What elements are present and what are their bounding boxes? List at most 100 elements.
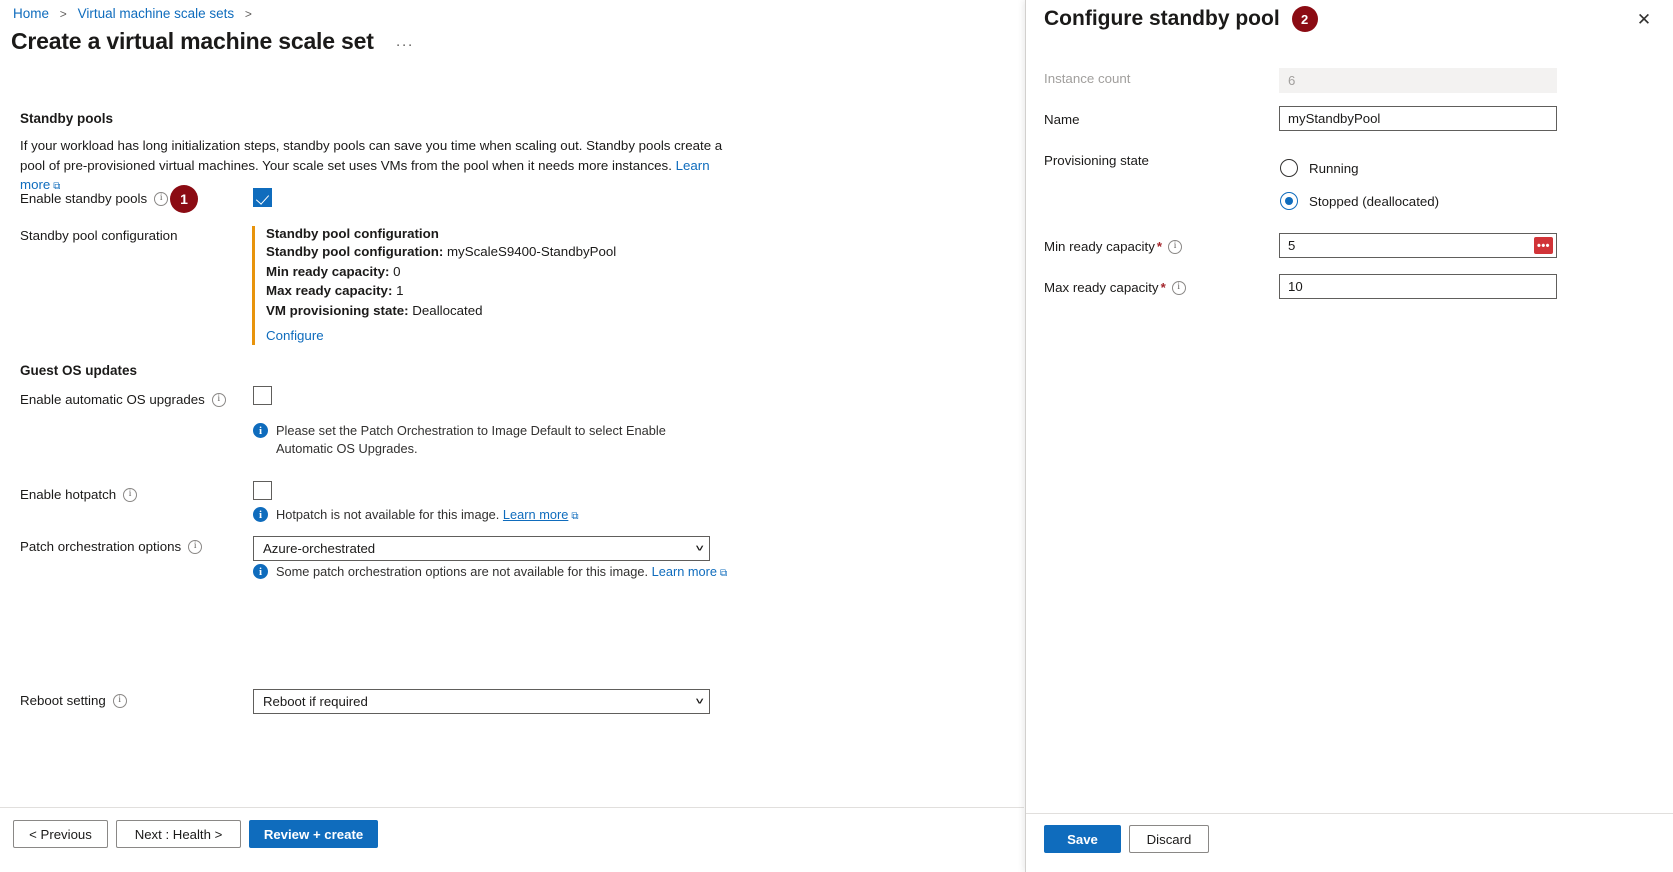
info-icon[interactable]: i (154, 192, 168, 206)
left-footer-divider (0, 807, 1024, 808)
panel-footer: Save Discard (1044, 825, 1209, 853)
required-indicator: * (1157, 239, 1162, 254)
callout-value-max-ready: 1 (396, 283, 403, 298)
reboot-setting-label: Reboot setting i (20, 693, 127, 708)
enable-standby-pools-label: Enable standby pools i (20, 191, 168, 206)
enable-automatic-os-upgrades-checkbox[interactable] (253, 386, 272, 405)
callout-line-max-ready: Max ready capacity: 1 (266, 281, 682, 301)
patch-orchestration-learn-more-link[interactable]: Learn more (652, 564, 717, 579)
discard-button[interactable]: Discard (1129, 825, 1209, 853)
enable-standby-pools-checkbox[interactable] (253, 188, 272, 207)
standby-pool-configuration-label-text: Standby pool configuration (20, 228, 177, 243)
info-filled-icon: i (253, 507, 268, 522)
info-icon[interactable]: i (188, 540, 202, 554)
reboot-setting-value: Reboot if required (263, 694, 368, 709)
info-icon[interactable]: i (123, 488, 137, 502)
callout-line-pool-name: Standby pool configuration: myScaleS9400… (266, 242, 682, 262)
reboot-setting-select[interactable]: Reboot if required ∨ (253, 689, 710, 714)
external-link-icon: ⧉ (720, 568, 727, 579)
azure-portal-create-vmss-screen: Home > Virtual machine scale sets > Crea… (0, 0, 1673, 872)
patch-orchestration-notice-text: Some patch orchestration options are not… (276, 564, 648, 579)
breadcrumb-item-home[interactable]: Home (13, 6, 49, 21)
next-health-button[interactable]: Next : Health > (116, 820, 241, 848)
section-heading-guest-os-updates: Guest OS updates (20, 363, 137, 378)
instance-count-label: Instance count (1044, 71, 1131, 86)
enable-automatic-os-upgrades-label-text: Enable automatic OS upgrades (20, 392, 205, 407)
info-icon[interactable]: i (1168, 240, 1182, 254)
info-filled-icon: i (253, 423, 268, 438)
max-ready-capacity-label: Max ready capacity * i (1044, 280, 1186, 295)
configure-link[interactable]: Configure (266, 328, 324, 343)
callout-value-min-ready: 0 (393, 264, 400, 279)
patch-orchestration-options-value: Azure-orchestrated (263, 541, 375, 556)
provisioning-state-option-stopped[interactable]: Stopped (deallocated) (1280, 192, 1439, 210)
hotpatch-notice: i Hotpatch is not available for this ima… (253, 506, 579, 526)
breadcrumb-separator-icon: > (60, 7, 67, 21)
save-button[interactable]: Save (1044, 825, 1121, 853)
callout-key-vm-state: VM provisioning state: (266, 303, 409, 318)
patch-orchestration-notice: i Some patch orchestration options are n… (253, 563, 727, 583)
provisioning-state-label: Provisioning state (1044, 153, 1149, 168)
reboot-setting-label-text: Reboot setting (20, 693, 106, 708)
more-options-icon[interactable]: ··· (396, 36, 414, 53)
breadcrumb: Home > Virtual machine scale sets > (13, 4, 259, 24)
min-ready-capacity-label: Min ready capacity * i (1044, 239, 1182, 254)
standby-pools-description: If your workload has long initialization… (20, 136, 735, 197)
external-link-icon: ⧉ (571, 511, 578, 522)
step-badge-1: 1 (170, 185, 198, 213)
standby-pool-configuration-callout: Standby pool configuration Standby pool … (252, 226, 682, 345)
panel-footer-divider (1026, 813, 1673, 814)
hotpatch-notice-body: Hotpatch is not available for this image… (276, 506, 579, 526)
info-icon[interactable]: i (212, 393, 226, 407)
name-label: Name (1044, 112, 1079, 127)
callout-value-pool-name: myScaleS9400-StandbyPool (447, 244, 616, 259)
max-ready-capacity-input[interactable]: 10 (1279, 274, 1557, 299)
close-icon[interactable]: ✕ (1631, 7, 1657, 33)
auto-os-upgrades-notice: i Please set the Patch Orchestration to … (253, 422, 716, 458)
chevron-down-icon: ∨ (694, 544, 705, 553)
hotpatch-notice-text: Hotpatch is not available for this image… (276, 507, 499, 522)
callout-value-vm-state: Deallocated (412, 303, 482, 318)
create-vmss-pane: Home > Virtual machine scale sets > Crea… (0, 0, 1090, 872)
enable-automatic-os-upgrades-label: Enable automatic OS upgrades i (20, 392, 226, 407)
callout-title: Standby pool configuration (266, 226, 682, 241)
standby-pool-configuration-label: Standby pool configuration (20, 228, 177, 243)
provisioning-state-option-running[interactable]: Running (1280, 159, 1359, 177)
radio-running[interactable] (1280, 159, 1298, 177)
standby-pools-description-text: If your workload has long initialization… (20, 138, 722, 173)
validation-error-icon[interactable]: ••• (1534, 237, 1553, 254)
previous-button[interactable]: < Previous (13, 820, 108, 848)
name-input[interactable]: myStandbyPool (1279, 106, 1557, 131)
breadcrumb-item-vmss[interactable]: Virtual machine scale sets (78, 6, 235, 21)
min-ready-capacity-value: 5 (1288, 238, 1295, 253)
patch-orchestration-options-select[interactable]: Azure-orchestrated ∨ (253, 536, 710, 561)
patch-orchestration-options-label-text: Patch orchestration options (20, 539, 181, 554)
patch-orchestration-notice-body: Some patch orchestration options are not… (276, 563, 727, 583)
enable-hotpatch-label-text: Enable hotpatch (20, 487, 116, 502)
review-create-button[interactable]: Review + create (249, 820, 378, 848)
provisioning-state-option-running-label: Running (1309, 161, 1359, 176)
callout-key-max-ready: Max ready capacity: (266, 283, 392, 298)
max-ready-capacity-label-text: Max ready capacity (1044, 280, 1159, 295)
enable-standby-pools-label-text: Enable standby pools (20, 191, 147, 206)
enable-hotpatch-checkbox[interactable] (253, 481, 272, 500)
step-badge-2: 2 (1292, 6, 1318, 32)
enable-hotpatch-label: Enable hotpatch i (20, 487, 137, 502)
chevron-down-icon: ∨ (694, 697, 705, 706)
configure-standby-pool-panel: Configure standby pool 2 ✕ Instance coun… (1025, 0, 1673, 872)
radio-stopped-deallocated[interactable] (1280, 192, 1298, 210)
min-ready-capacity-input[interactable]: 5 ••• (1279, 233, 1557, 258)
info-filled-icon: i (253, 564, 268, 579)
instance-count-input: 6 (1279, 68, 1557, 93)
patch-orchestration-options-label: Patch orchestration options i (20, 539, 202, 554)
auto-os-upgrades-notice-text: Please set the Patch Orchestration to Im… (276, 422, 716, 458)
provisioning-state-option-stopped-label: Stopped (deallocated) (1309, 194, 1439, 209)
panel-title: Configure standby pool (1044, 7, 1280, 31)
callout-key-pool-name: Standby pool configuration: (266, 244, 443, 259)
hotpatch-learn-more-link[interactable]: Learn more (503, 507, 568, 522)
info-icon[interactable]: i (113, 694, 127, 708)
info-icon[interactable]: i (1172, 281, 1186, 295)
callout-key-min-ready: Min ready capacity: (266, 264, 389, 279)
min-ready-capacity-label-text: Min ready capacity (1044, 239, 1155, 254)
wizard-footer: < Previous Next : Health > Review + crea… (13, 820, 378, 848)
